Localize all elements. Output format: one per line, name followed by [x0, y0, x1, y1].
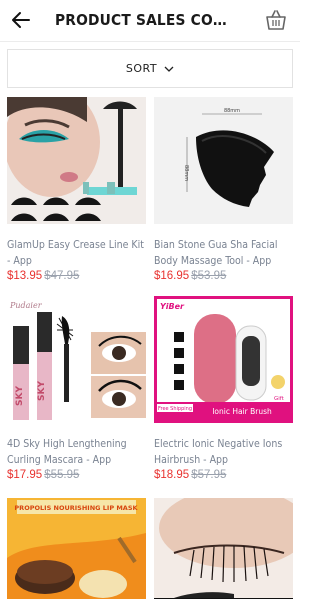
product-name[interactable]: 4D Sky High Lengthening Curling Mascara … — [7, 436, 146, 468]
product-card[interactable]: GlamUp Easy Crease Line Kit - App $13.95… — [7, 97, 146, 282]
product-name[interactable]: Bian Stone Gua Sha Facial Body Massage T… — [154, 237, 293, 269]
app-header: PRODUCT SALES COLLECTION 35... — [0, 0, 300, 42]
product-image-crease-kit[interactable] — [7, 97, 146, 224]
original-price: $53.95 — [191, 270, 227, 282]
original-price: $47.95 — [44, 270, 80, 282]
product-price: $17.95 $55.95 — [7, 469, 146, 481]
brand-label: Pudaier — [9, 301, 43, 310]
sort-button[interactable]: SORT — [7, 49, 293, 88]
banner-label: Ionic Hair Brush — [212, 407, 272, 416]
product-card[interactable]: Pudaier SKY SKY 4D Sky High Lengthening … — [7, 296, 146, 481]
mascara-label-1: SKY — [15, 386, 25, 406]
sale-price: $16.95 — [154, 270, 190, 282]
product-price: $16.95 $53.95 — [154, 270, 293, 282]
back-arrow-icon[interactable] — [10, 9, 32, 31]
product-name[interactable]: GlamUp Easy Crease Line Kit - App — [7, 237, 146, 269]
product-name[interactable]: Electric Ionic Negative Ions Hairbrush -… — [154, 436, 293, 468]
product-price: $13.95 $47.95 — [7, 270, 146, 282]
sale-price: $18.95 — [154, 469, 190, 481]
basket-icon[interactable] — [264, 8, 288, 32]
brand-label: YiBer — [160, 302, 185, 311]
chevron-down-icon — [164, 66, 174, 72]
product-image-lip-mask[interactable]: PROPOLIS NOURISHING LIP MASK — [7, 498, 146, 599]
width-label: 88mm — [224, 108, 240, 114]
original-price: $55.95 — [44, 469, 80, 481]
sale-price: $17.95 — [7, 469, 43, 481]
product-image-mascara[interactable]: Pudaier SKY SKY — [7, 296, 146, 423]
free-shipping-badge: Free Shipping — [158, 406, 192, 412]
product-card[interactable]: 88mm 88mm Bian Stone Gua Sha Facial Body… — [154, 97, 293, 282]
banner-label: PROPOLIS NOURISHING LIP MASK — [14, 504, 138, 512]
product-card[interactable] — [154, 498, 293, 599]
original-price: $57.95 — [191, 469, 227, 481]
product-image-hairbrush[interactable]: YiBer Free Shipping Ionic Hair Brush Gif… — [154, 296, 293, 423]
product-image-gua-sha[interactable]: 88mm 88mm — [154, 97, 293, 224]
page-title: PRODUCT SALES COLLECTION 35... — [55, 11, 235, 29]
product-price: $18.95 $57.95 — [154, 469, 293, 481]
mascara-label-2: SKY — [37, 381, 47, 401]
gift-label: Gift — [274, 396, 285, 402]
sale-price: $13.95 — [7, 270, 43, 282]
product-card[interactable]: PROPOLIS NOURISHING LIP MASK — [7, 498, 146, 599]
product-image-eyelash-curler[interactable] — [154, 498, 293, 599]
product-card[interactable]: YiBer Free Shipping Ionic Hair Brush Gif… — [154, 296, 293, 481]
height-label: 88mm — [183, 165, 189, 181]
sort-label: SORT — [125, 62, 158, 75]
